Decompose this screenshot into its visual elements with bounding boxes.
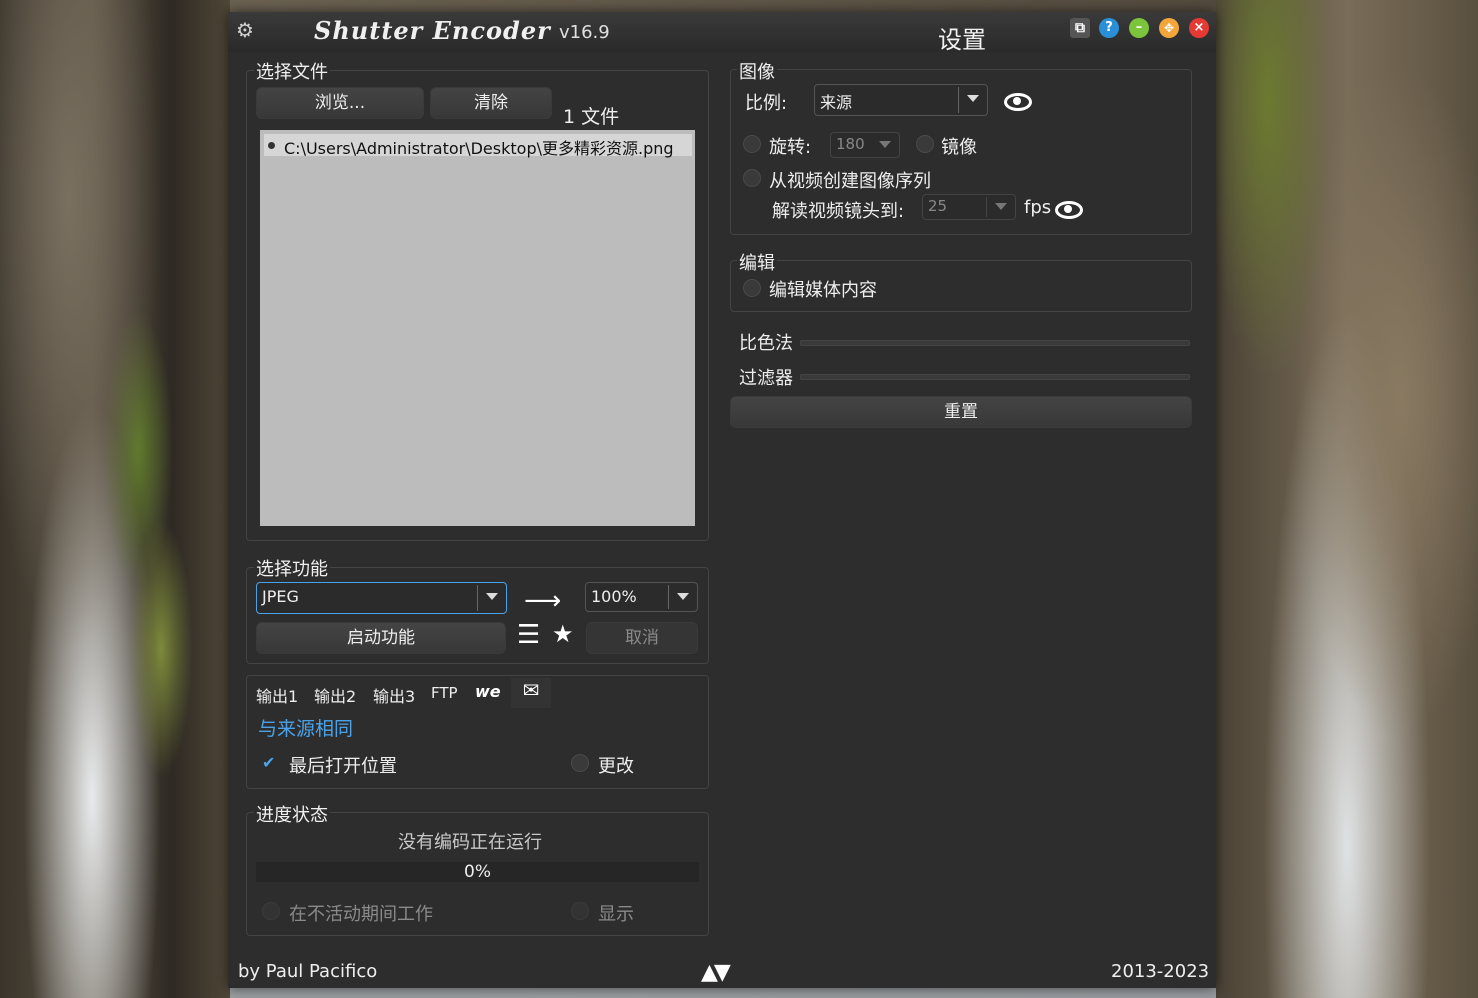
close-icon[interactable]: ×: [1189, 18, 1209, 38]
work-when-idle-label: 在不活动期间工作: [289, 904, 433, 925]
mirror-radio[interactable]: [916, 135, 934, 153]
file-path: C:\Users\Administrator\Desktop\更多精彩资源.pn…: [284, 139, 674, 158]
fps-select-value: 25: [928, 197, 948, 215]
show-radio[interactable]: [571, 902, 589, 920]
cancel-button[interactable]: 取消: [586, 622, 698, 654]
title-bar[interactable]: ⚙ Shutter Encoder v16.9 设置 ⧉ ? – ✥ ×: [228, 12, 1216, 54]
tab-output3[interactable]: 输出3: [373, 683, 415, 707]
percent-select-value: 100%: [591, 587, 637, 606]
function-select-value: JPEG: [262, 587, 299, 606]
progress-label: 进度状态: [254, 801, 330, 827]
chevron-down-icon: [995, 203, 1007, 210]
progress-bar: 0%: [256, 862, 699, 882]
ratio-select[interactable]: 来源: [814, 84, 988, 116]
eye-icon[interactable]: [1004, 93, 1032, 111]
years-label: 2013-2023: [1111, 961, 1210, 982]
chevron-down-icon: [879, 141, 891, 148]
filters-label[interactable]: 过滤器: [739, 364, 793, 390]
checkbox-checked-icon[interactable]: ✔: [262, 753, 275, 772]
decode-label: 解读视频镜头到:: [772, 201, 905, 222]
eye-icon[interactable]: [1055, 201, 1083, 219]
work-when-idle-radio[interactable]: [262, 902, 280, 920]
list-item[interactable]: C:\Users\Administrator\Desktop\更多精彩资源.pn…: [264, 134, 692, 158]
star-icon[interactable]: ★: [552, 620, 574, 648]
wetransfer-icon[interactable]: we: [475, 682, 501, 701]
rotate-select-value: 180: [836, 135, 865, 153]
file-select-label: 选择文件: [254, 58, 330, 84]
change-label: 更改: [598, 756, 634, 777]
show-label: 显示: [598, 904, 634, 925]
rotate-select[interactable]: 180: [830, 132, 900, 158]
fps-select[interactable]: 25: [922, 194, 1016, 220]
mail-icon[interactable]: ✉: [511, 678, 551, 708]
open-last-location-label: 最后打开位置: [289, 756, 397, 777]
start-function-button[interactable]: 启动功能: [256, 622, 506, 654]
bullet-icon: [268, 142, 275, 149]
file-list[interactable]: C:\Users\Administrator\Desktop\更多精彩资源.pn…: [260, 130, 695, 526]
desktop-background-left: [0, 0, 230, 998]
edit-label: 编辑: [737, 249, 777, 275]
arrow-right-icon: ⟶: [524, 586, 562, 616]
change-radio[interactable]: [571, 754, 589, 772]
edit-media-radio[interactable]: [743, 279, 761, 297]
minimize-icon[interactable]: –: [1129, 18, 1149, 38]
image-sequence-radio[interactable]: [743, 169, 761, 187]
tab-output1[interactable]: 输出1: [256, 683, 298, 707]
chevron-down-icon: [677, 593, 689, 600]
desktop-background-right: [1216, 0, 1478, 998]
chevron-down-icon: [486, 593, 498, 600]
function-label: 选择功能: [254, 555, 330, 581]
settings-gear-icon[interactable]: ⚙: [236, 18, 254, 42]
tab-ftp[interactable]: FTP: [431, 684, 458, 702]
resize-arrows-icon[interactable]: ▲▼: [701, 960, 731, 985]
image-label: 图像: [737, 58, 777, 84]
chevron-down-icon: [967, 95, 979, 102]
app-version: v16.9: [559, 22, 610, 43]
tab-output2[interactable]: 输出2: [314, 683, 356, 707]
rotate-radio[interactable]: [743, 135, 761, 153]
fps-label: fps: [1024, 197, 1052, 218]
ratio-select-value: 来源: [820, 93, 853, 112]
ratio-label: 比例:: [745, 93, 788, 114]
reset-button[interactable]: 重置: [730, 396, 1192, 428]
maximize-icon[interactable]: ✥: [1159, 18, 1179, 38]
window-stack-icon[interactable]: ⧉: [1070, 18, 1090, 38]
file-count: 1 文件: [563, 106, 620, 128]
menu-icon[interactable]: ☰: [517, 620, 540, 650]
browse-button[interactable]: 浏览...: [256, 87, 424, 119]
percent-select[interactable]: 100%: [585, 582, 698, 612]
filters-collapsed-bar[interactable]: [800, 374, 1190, 380]
progress-percent: 0%: [464, 862, 491, 882]
help-icon[interactable]: ?: [1099, 18, 1119, 38]
clear-button[interactable]: 清除: [430, 87, 552, 119]
settings-title: 设置: [938, 26, 986, 54]
colorimetry-collapsed-bar[interactable]: [800, 340, 1190, 346]
image-sequence-label: 从视频创建图像序列: [769, 171, 931, 192]
author-label: by Paul Pacifico: [238, 961, 378, 982]
app-window: ⚙ Shutter Encoder v16.9 设置 ⧉ ? – ✥ × 选择文…: [228, 12, 1216, 988]
output-destination[interactable]: 与来源相同: [258, 714, 353, 741]
mirror-label: 镜像: [941, 137, 977, 158]
rotate-label: 旋转:: [769, 137, 812, 158]
app-name: Shutter Encoder: [314, 16, 551, 45]
colorimetry-label[interactable]: 比色法: [739, 329, 793, 355]
progress-status: 没有编码正在运行: [398, 832, 542, 853]
function-select[interactable]: JPEG: [256, 582, 507, 614]
edit-media-label: 编辑媒体内容: [769, 280, 877, 301]
